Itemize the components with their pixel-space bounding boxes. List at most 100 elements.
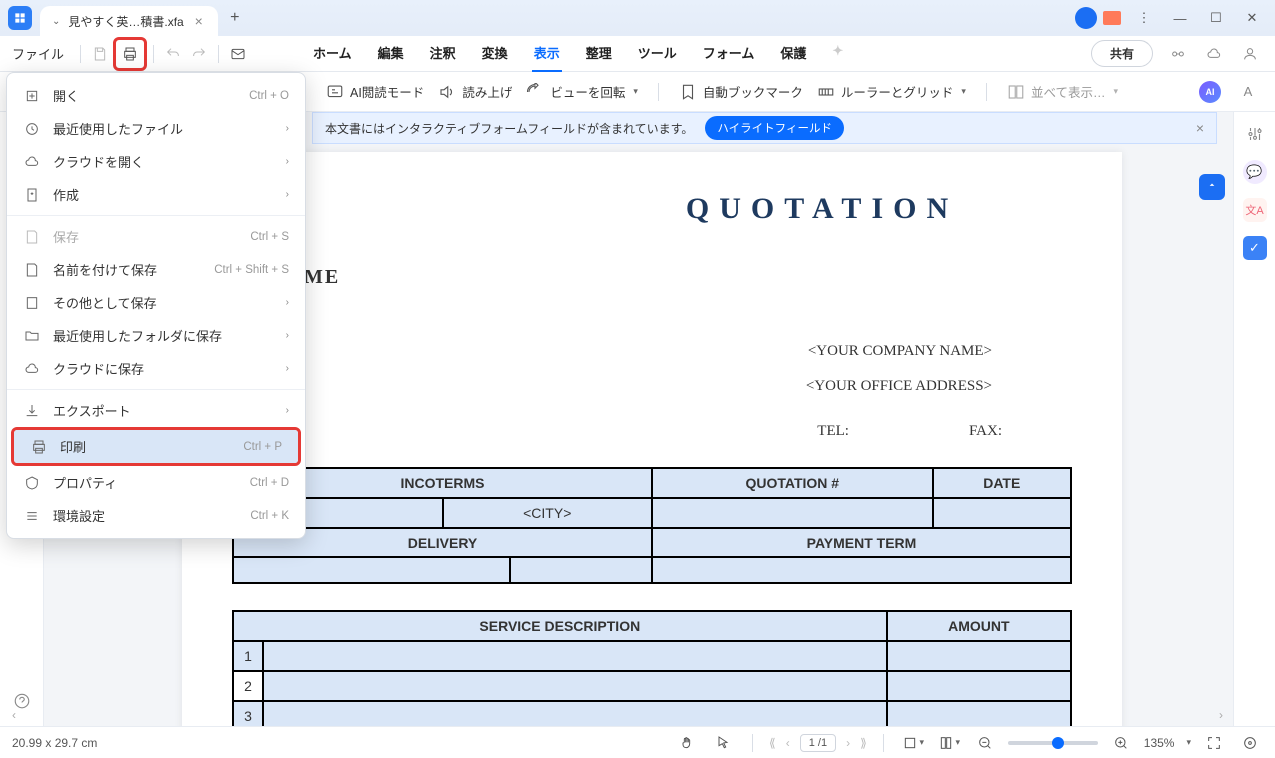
user-icon[interactable] [1237, 41, 1263, 67]
tab-protect[interactable]: 保護 [778, 35, 808, 72]
zoom-out-icon[interactable] [972, 730, 998, 756]
next-page-icon[interactable]: › [846, 736, 850, 750]
tab-convert[interactable]: 変換 [480, 35, 510, 72]
menubar: ファイル ホーム 編集 注釈 変換 表示 整理 ツール フォーム 保護 ✦ 共有 [0, 36, 1275, 72]
target-icon[interactable] [1237, 730, 1263, 756]
row-1-desc[interactable] [263, 641, 887, 671]
menu-print[interactable]: 印刷Ctrl + P [14, 430, 298, 463]
tab-edit[interactable]: 編集 [376, 35, 406, 72]
your-address-placeholder[interactable]: <YOUR OFFICE ADDRESS> [806, 378, 992, 395]
text-format-icon[interactable]: A [1235, 79, 1261, 105]
document-page: QUOTATION NY NAME <YOUR COMPANY NAME> RE… [182, 152, 1122, 726]
menu-open-cloud[interactable]: クラウドを開く› [7, 145, 305, 178]
close-banner-icon[interactable]: × [1196, 120, 1204, 136]
row-2-desc[interactable] [263, 671, 887, 701]
tab-tools[interactable]: ツール [636, 35, 679, 72]
page-dimensions: 20.99 x 29.7 cm [12, 736, 97, 750]
link-icon[interactable] [1165, 41, 1191, 67]
menu-save-as[interactable]: 名前を付けて保存Ctrl + Shift + S [7, 253, 305, 286]
last-page-icon[interactable]: ⟫ [860, 736, 867, 750]
prev-page-icon[interactable]: ‹ [786, 736, 790, 750]
zoom-slider[interactable] [1008, 741, 1098, 745]
hand-tool-icon[interactable] [674, 730, 700, 756]
upload-badge-icon[interactable] [1199, 174, 1225, 200]
banner-message: 本文書にはインタラクティブフォームフィールドが含まれています。 [325, 120, 693, 137]
settings-icon[interactable] [1243, 122, 1267, 146]
zoom-value: 135% [1144, 736, 1175, 750]
first-page-icon[interactable]: ⟪ [769, 736, 776, 750]
cloud-icon[interactable] [1201, 41, 1227, 67]
print-button[interactable] [117, 41, 143, 67]
tab-home[interactable]: ホーム [311, 35, 354, 72]
brand-circle-icon[interactable] [1075, 7, 1097, 29]
quotation-num-cell[interactable] [652, 498, 933, 528]
ai-badge[interactable]: AI [1199, 81, 1221, 103]
menu-save-cloud[interactable]: クラウドに保存› [7, 352, 305, 385]
fit-page-icon[interactable]: ▾ [900, 730, 926, 756]
row-2-amt[interactable] [887, 671, 1071, 701]
tab-form[interactable]: フォーム [701, 35, 757, 72]
expiry-cell[interactable] [510, 557, 652, 583]
layout-icon[interactable]: ▾ [936, 730, 962, 756]
check-icon[interactable]: ✓ [1243, 236, 1267, 260]
menu-preferences[interactable]: 環境設定Ctrl + K [7, 499, 305, 532]
row-3-desc[interactable] [263, 701, 887, 726]
form-field-banner: 本文書にはインタラクティブフォームフィールドが含まれています。 ハイライトフィー… [312, 112, 1217, 144]
fullscreen-icon[interactable] [1201, 730, 1227, 756]
minimize-button[interactable]: — [1165, 3, 1195, 33]
titlebar: ⌄ 見やすく英…積書.xfa × + ⋮ — ☐ ✕ [0, 0, 1275, 36]
menu-recent-files[interactable]: 最近使用したファイル› [7, 112, 305, 145]
page-input[interactable]: 1 /1 [800, 734, 836, 752]
menu-save-other[interactable]: その他として保存› [7, 286, 305, 319]
notification-flag-icon[interactable] [1103, 11, 1121, 25]
quotation-header-table[interactable]: INCOTERMS QUOTATION # DATE <CITY> DELIVE… [232, 467, 1072, 559]
row-1-amt[interactable] [887, 641, 1071, 671]
tab-lightbulb[interactable]: ✦ [830, 35, 845, 72]
app-logo-icon [8, 6, 32, 30]
menu-export[interactable]: エクスポート› [7, 394, 305, 427]
scroll-left-icons[interactable]: ‹ [12, 708, 16, 722]
scroll-right-icons[interactable]: › [1219, 708, 1223, 722]
new-tab-button[interactable]: + [222, 5, 248, 31]
menu-create[interactable]: 作成› [7, 178, 305, 211]
delivery-cell[interactable] [233, 557, 510, 583]
quotation-num-header: QUOTATION # [652, 468, 933, 498]
save-icon [87, 41, 113, 67]
payment-header: PAYMENT TERM [652, 528, 1071, 558]
delivery-table[interactable]: DELIVERY [232, 557, 1072, 584]
date-cell[interactable] [933, 498, 1071, 528]
chat-ai-icon[interactable]: 💬 [1243, 160, 1267, 184]
ruler-grid-button[interactable]: ルーラーとグリッド▾ [817, 82, 966, 101]
ai-read-mode-button[interactable]: AI閲読モード [326, 82, 424, 101]
tab-comment[interactable]: 注釈 [428, 35, 458, 72]
tab-organize[interactable]: 整理 [584, 35, 614, 72]
tts-button[interactable]: 読み上げ [438, 82, 512, 101]
city-cell[interactable]: <CITY> [443, 498, 653, 528]
your-company-placeholder[interactable]: <YOUR COMPANY NAME> [808, 343, 992, 360]
maximize-button[interactable]: ☐ [1201, 3, 1231, 33]
payment-cell[interactable] [652, 557, 1071, 583]
translate-icon[interactable]: 文A [1243, 198, 1267, 222]
row-1-num: 1 [233, 641, 263, 671]
undo-icon [160, 41, 186, 67]
service-table[interactable]: SERVICE DESCRIPTION AMOUNT 1 2 3 [232, 610, 1072, 726]
auto-bookmark-button[interactable]: 自動ブックマーク [679, 82, 803, 101]
close-tab-icon[interactable]: × [192, 14, 206, 28]
select-tool-icon[interactable] [710, 730, 736, 756]
zoom-in-icon[interactable] [1108, 730, 1134, 756]
share-button[interactable]: 共有 [1091, 40, 1153, 67]
file-menu[interactable]: ファイル [12, 44, 64, 63]
close-window-button[interactable]: ✕ [1237, 3, 1267, 33]
highlight-fields-button[interactable]: ハイライトフィールド [705, 116, 844, 140]
menu-properties[interactable]: プロパティCtrl + D [7, 466, 305, 499]
menu-open[interactable]: 開くCtrl + O [7, 79, 305, 112]
document-tab[interactable]: ⌄ 見やすく英…積書.xfa × [40, 6, 218, 36]
mail-icon[interactable] [225, 41, 251, 67]
side-by-side-button[interactable]: 並べて表示…▾ [1007, 82, 1118, 101]
row-3-amt[interactable] [887, 701, 1071, 726]
rotate-view-button[interactable]: ビューを回転▾ [526, 82, 638, 101]
tab-view[interactable]: 表示 [532, 35, 562, 72]
kebab-menu-icon[interactable]: ⋮ [1129, 3, 1159, 33]
redo-icon [186, 41, 212, 67]
menu-save-recent-folder[interactable]: 最近使用したフォルダに保存› [7, 319, 305, 352]
